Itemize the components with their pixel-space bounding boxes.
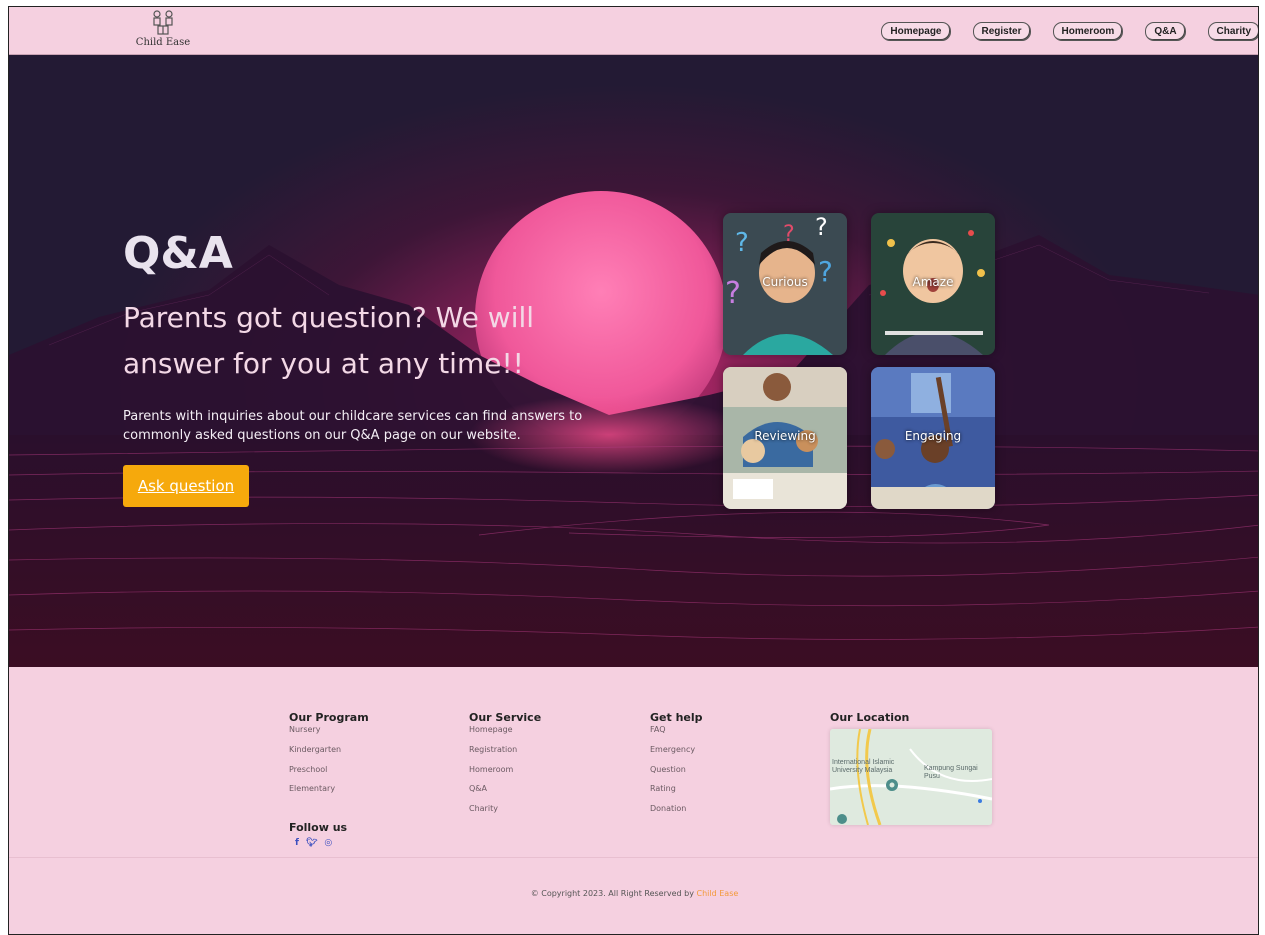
follow-us-title: Follow us	[289, 821, 348, 834]
copyright: © Copyright 2023. All Right Reserved by …	[9, 889, 1258, 898]
map-label-kampung: Kampung Sungai Pusu	[924, 765, 978, 780]
svg-text:?: ?	[815, 213, 828, 241]
footer-help-column: Get help FAQ Emergency Question Rating D…	[650, 711, 703, 818]
nav-register[interactable]: Register	[972, 22, 1031, 41]
footer-link-emergency[interactable]: Emergency	[650, 740, 703, 760]
footer-link-kindergarten[interactable]: Kindergarten	[289, 740, 369, 760]
footer-link-preschool[interactable]: Preschool	[289, 760, 369, 780]
card-label: Reviewing	[754, 429, 816, 443]
copyright-text: © Copyright 2023. All Right Reserved by	[530, 889, 694, 898]
footer-program-column: Our Program Nursery Kindergarten Prescho…	[289, 711, 369, 799]
footer-link-qa[interactable]: Q&A	[469, 779, 541, 799]
footer-location-column: Our Location	[830, 711, 909, 725]
nav-qa[interactable]: Q&A	[1145, 22, 1186, 41]
svg-text:?: ?	[735, 228, 749, 258]
nav-homepage[interactable]: Homepage	[881, 22, 951, 41]
ask-question-button[interactable]: Ask question	[123, 465, 249, 507]
footer-link-homepage[interactable]: Homepage	[469, 725, 541, 735]
card-label: Engaging	[904, 429, 962, 443]
footer: Our Program Nursery Kindergarten Prescho…	[9, 667, 1258, 934]
card-engaging[interactable]: Engaging	[871, 367, 995, 509]
card-label: Curious	[762, 275, 808, 289]
footer-link-nursery[interactable]: Nursery	[289, 725, 369, 735]
footer-link-charity[interactable]: Charity	[469, 799, 541, 819]
footer-link-homeroom[interactable]: Homeroom	[469, 760, 541, 780]
footer-link-rating[interactable]: Rating	[650, 779, 703, 799]
site-logo[interactable]: Child Ease	[133, 9, 193, 53]
footer-link-question[interactable]: Question	[650, 760, 703, 780]
footer-service-column: Our Service Homepage Registration Homero…	[469, 711, 541, 818]
footer-service-title: Our Service	[469, 711, 542, 724]
page-title: Q&A	[123, 228, 233, 279]
footer-help-title: Get help	[650, 711, 703, 724]
instagram-icon[interactable]: ◎	[324, 838, 332, 848]
copyright-brand-link[interactable]: Child Ease	[697, 889, 739, 898]
footer-link-registration[interactable]: Registration	[469, 740, 541, 760]
card-label: Amaze	[912, 275, 954, 289]
follow-us: Follow us f 🐦︎ ◎	[289, 821, 347, 848]
card-curious[interactable]: ? ? ? ? ? Curious	[723, 213, 847, 355]
hero-section: Q&A Parents got question? We will answer…	[9, 55, 1258, 667]
map-label-university: International Islamic University Malaysi…	[832, 759, 895, 774]
footer-divider	[9, 857, 1258, 858]
location-map[interactable]: International Islamic University Malaysi…	[830, 729, 992, 825]
twitter-icon[interactable]: 🐦︎	[306, 838, 317, 848]
nav-homeroom[interactable]: Homeroom	[1052, 22, 1124, 41]
social-icons: f 🐦︎ ◎	[295, 838, 347, 848]
logo-text: Child Ease	[135, 37, 191, 48]
footer-link-donation[interactable]: Donation	[650, 799, 703, 819]
footer-location-title: Our Location	[830, 711, 910, 724]
footer-link-faq[interactable]: FAQ	[650, 725, 703, 735]
browser-frame: Child Ease Homepage Register Homeroom Q&…	[8, 6, 1259, 935]
hero-description: Parents with inquiries about our childca…	[123, 409, 583, 443]
hero-subtitle: Parents got question? We will answer for…	[123, 301, 535, 380]
logo-icon	[153, 10, 173, 35]
main-nav: Homepage Register Homeroom Q&A Charity	[881, 22, 1258, 41]
top-navbar: Child Ease Homepage Register Homeroom Q&…	[9, 7, 1258, 55]
facebook-icon[interactable]: f	[295, 838, 299, 848]
nav-charity[interactable]: Charity	[1207, 22, 1258, 41]
footer-link-elementary[interactable]: Elementary	[289, 779, 369, 799]
card-reviewing[interactable]: Reviewing	[723, 367, 847, 509]
footer-program-title: Our Program	[289, 711, 369, 724]
card-amaze[interactable]: Amaze	[871, 213, 995, 355]
